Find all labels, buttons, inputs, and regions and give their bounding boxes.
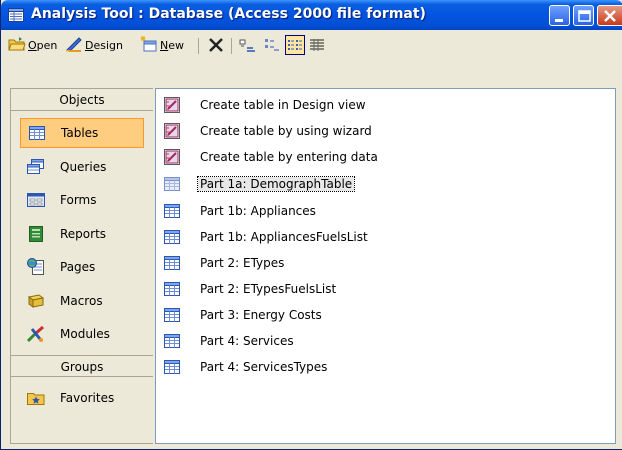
list-item-label: Part 3: Energy Costs [200, 308, 322, 322]
form-icon [26, 191, 46, 209]
open-button[interactable]: Open [8, 35, 57, 56]
close-icon [604, 10, 616, 22]
objects-bar: Objects Tables Queries Forms Reports Pag… [10, 88, 153, 444]
sidebar-item-pages[interactable]: Pages [20, 252, 144, 282]
macro-icon [26, 292, 46, 310]
list-item[interactable]: Create table by entering data [164, 147, 378, 167]
sidebar-item-forms[interactable]: Forms [20, 185, 144, 215]
small-icons-button[interactable] [262, 35, 282, 55]
list-item-label: Create table by entering data [200, 150, 378, 164]
list-item[interactable]: Part 4: ServicesTypes [164, 357, 327, 377]
table-icon [164, 229, 180, 245]
table-icon [27, 124, 47, 142]
design-label: Design [85, 39, 123, 52]
database-toolbar: Open Design New [2, 31, 622, 60]
table-icon [164, 359, 180, 375]
details-view-button[interactable] [307, 35, 327, 55]
list-item[interactable]: Part 4: Services [164, 331, 294, 351]
large-icons-button[interactable] [238, 35, 258, 55]
create-shortcut-icon [164, 123, 180, 139]
sidebar-item-tables[interactable]: Tables [20, 118, 144, 148]
favorites-folder-icon [26, 389, 46, 407]
list-item[interactable]: Part 1b: AppliancesFuelsList [164, 227, 368, 247]
groups-header[interactable]: Groups [11, 355, 153, 377]
database-window: Analysis Tool : Database (Access 2000 fi… [0, 0, 622, 450]
object-list[interactable]: Create table in Design view Create table… [155, 88, 616, 444]
module-icon [26, 325, 46, 343]
list-item-label: Part 2: ETypesFuelsList [200, 282, 337, 296]
list-item-label: Part 1b: Appliances [200, 204, 316, 218]
small-icons-icon [265, 39, 279, 51]
details-view-icon [310, 39, 324, 51]
objects-header[interactable]: Objects [11, 89, 153, 111]
minimize-icon [555, 19, 563, 22]
delete-button[interactable] [206, 35, 226, 55]
toolbar-separator [231, 38, 232, 54]
table-icon [164, 307, 180, 323]
list-item[interactable]: Create table in Design view [164, 95, 366, 115]
create-shortcut-icon [164, 97, 180, 113]
window-title: Analysis Tool : Database (Access 2000 fi… [31, 6, 426, 22]
list-item[interactable]: Part 1b: Appliances [164, 201, 316, 221]
query-icon [26, 158, 46, 176]
create-shortcut-icon [164, 149, 180, 165]
sidebar-item-favorites[interactable]: Favorites [20, 383, 144, 413]
sidebar-item-modules[interactable]: Modules [20, 319, 144, 349]
design-icon [65, 36, 83, 55]
list-item[interactable]: Part 3: Energy Costs [164, 305, 322, 325]
new-label: New [160, 39, 184, 52]
table-icon [164, 333, 180, 349]
list-item-label: Create table in Design view [200, 98, 366, 112]
list-item[interactable]: Create table by using wizard [164, 121, 372, 141]
sidebar-item-label: Modules [60, 327, 110, 341]
sidebar-item-macros[interactable]: Macros [20, 286, 144, 316]
close-button[interactable] [597, 5, 622, 26]
sidebar-item-label: Favorites [60, 391, 115, 405]
report-icon [26, 225, 46, 243]
sidebar-item-label: Reports [60, 227, 107, 241]
list-item[interactable]: Part 2: ETypesFuelsList [164, 279, 336, 299]
list-item-label: Part 1a: DemographTable [196, 176, 356, 192]
table-icon [164, 281, 180, 297]
large-icons-icon [239, 39, 255, 52]
title-bar[interactable]: Analysis Tool : Database (Access 2000 fi… [1, 0, 622, 30]
sidebar-item-label: Forms [60, 193, 97, 207]
new-object-icon [140, 36, 158, 55]
sidebar-item-label: Tables [61, 126, 99, 140]
maximize-button[interactable] [573, 5, 594, 26]
database-app-icon[interactable] [8, 7, 25, 23]
maximize-icon [578, 10, 591, 22]
sidebar-item-reports[interactable]: Reports [20, 219, 144, 249]
table-icon [164, 176, 180, 192]
sidebar-item-label: Queries [60, 160, 107, 174]
table-icon [164, 203, 180, 219]
delete-x-icon [209, 38, 223, 52]
sidebar-item-queries[interactable]: Queries [20, 152, 144, 182]
list-view-icon [288, 40, 302, 50]
list-item[interactable]: Part 2: ETypes [164, 253, 284, 273]
table-icon [164, 255, 180, 271]
sidebar-item-label: Pages [60, 260, 96, 274]
list-item-label: Part 4: Services [200, 334, 294, 348]
design-button[interactable]: Design [65, 35, 123, 56]
list-item-label: Part 2: ETypes [200, 256, 285, 270]
page-icon [26, 258, 46, 276]
list-view-button[interactable] [285, 35, 305, 55]
list-item-label: Part 1b: AppliancesFuelsList [200, 230, 368, 244]
open-label: Open [28, 39, 58, 52]
list-item-label: Create table by using wizard [200, 124, 372, 138]
sidebar-item-label: Macros [60, 294, 103, 308]
open-folder-icon [8, 36, 26, 55]
list-item-label: Part 4: ServicesTypes [200, 360, 328, 374]
new-button[interactable]: New [140, 35, 184, 56]
minimize-button[interactable] [549, 5, 570, 26]
list-item[interactable]: Part 1a: DemographTable [164, 174, 356, 194]
toolbar-separator [198, 38, 199, 54]
